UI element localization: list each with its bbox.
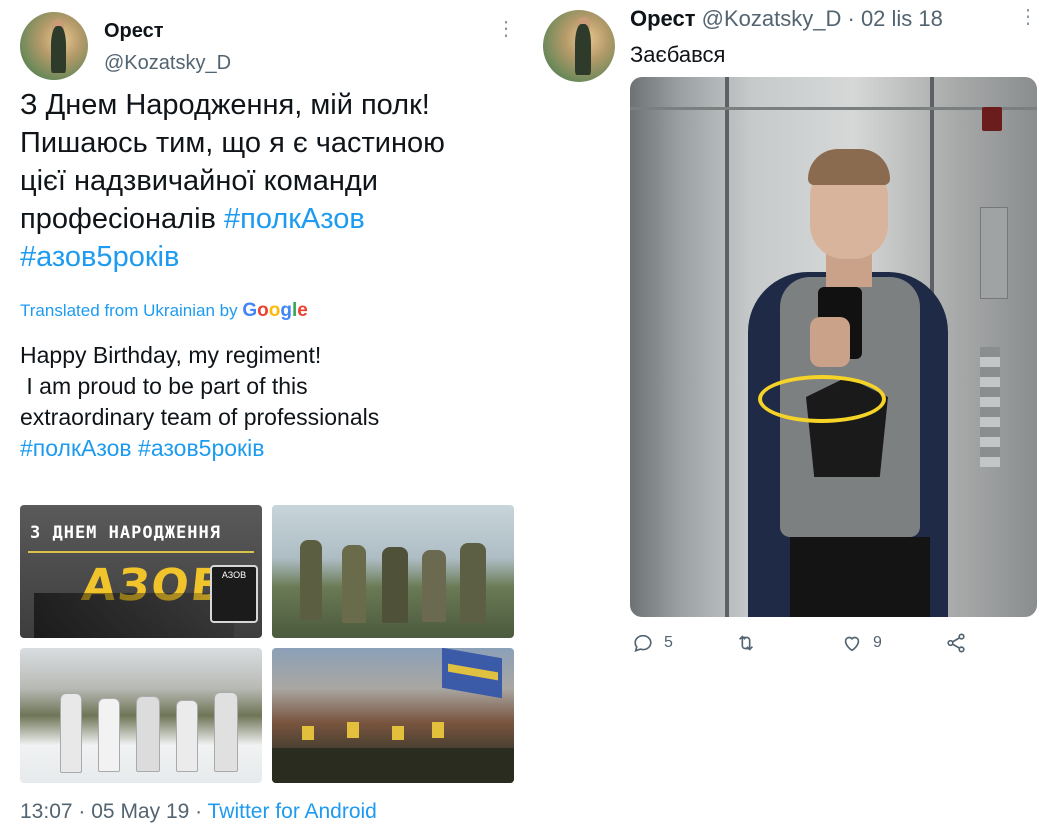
badge-text: АЗОВ [221,570,247,580]
right-tweet-date[interactable]: 02 lis 18 [861,6,943,31]
tweet-time[interactable]: 13:07 [20,800,73,823]
like-button[interactable]: 9 [841,632,882,654]
meta-separator-1: · [78,800,86,823]
retweet-button[interactable] [735,632,767,654]
winter-soldiers-photo[interactable] [20,648,262,783]
right-header-separator: · [847,6,855,31]
translated-line-2: I am proud to be part of this [20,373,308,399]
translated-line-1: Happy Birthday, my regiment! [20,342,322,368]
translated-line-3: extraordinary team of professionals [20,404,380,430]
right-tweet-text: Заєбався [630,42,726,67]
left-author-avatar[interactable] [20,12,88,80]
share-icon [947,633,965,653]
translated-hashtags[interactable]: #полкАзов #азов5років [20,433,520,464]
meta-separator-2: · [195,800,203,823]
reply-icon [634,634,652,653]
tweet-date[interactable]: 05 May 19 [91,800,189,823]
left-author-handle[interactable]: @Kozatsky_D [104,52,231,75]
banner-title: З ДНЕМ НАРОДЖЕННЯ [30,523,221,543]
banner-badge: АЗОВ [210,565,258,623]
hashtag-azov5rokiv[interactable]: #азов5років [20,241,179,273]
right-author-avatar[interactable] [543,10,615,82]
tweet-source-link[interactable]: Twitter for Android [208,800,377,823]
translated-text: Happy Birthday, my regiment! I am proud … [20,340,520,464]
left-author-name[interactable]: Орест [104,20,164,43]
left-tweet-line-5: #азов5років [20,238,520,276]
reply-count: 5 [664,634,673,651]
hashtag-polkazov[interactable]: #полкАзов [224,203,365,235]
march-flags-photo[interactable] [272,648,514,783]
like-count: 9 [873,634,882,651]
right-more-icon[interactable]: ⋮ [1018,7,1038,27]
translation-label: Translated from Ukrainian by [20,301,238,320]
left-tweet-line-2: Пишаюсь тим, що я є частиною [20,127,445,159]
highlight-circle [758,375,886,423]
translation-attribution[interactable]: Translated from Ukrainian by Google [20,300,308,322]
google-logo: Google [242,300,308,321]
like-icon [844,636,860,652]
left-tweet-line-4: професіоналів #полкАзов [20,200,520,238]
right-author-handle[interactable]: @Kozatsky_D [702,6,842,31]
right-tweet-header: Орест @Kozatsky_D · 02 lis 18 [630,6,943,32]
share-button[interactable] [945,632,977,654]
left-tweet-line-1: З Днем Народження, мій полк! [20,89,430,121]
left-tweet-line-3: цієї надзвичайної команди [20,165,378,197]
retweet-icon [738,635,754,651]
left-tweet-line-4-prefix: професіоналів [20,203,224,235]
left-more-icon[interactable]: ⋮ [496,19,516,39]
reply-button[interactable]: 5 [632,632,673,654]
left-tweet-text: З Днем Народження, мій полк! Пишаюсь тим… [20,86,520,276]
left-tweet-meta: 13:07 · 05 May 19 · Twitter for Android [20,800,377,824]
elevator-selfie-photo[interactable] [630,77,1037,617]
soldiers-group-photo[interactable] [272,505,514,638]
right-author-name[interactable]: Орест [630,6,696,31]
azov-banner-image[interactable]: З ДНЕМ НАРОДЖЕННЯ АЗОВ АЗОВ [20,505,262,638]
